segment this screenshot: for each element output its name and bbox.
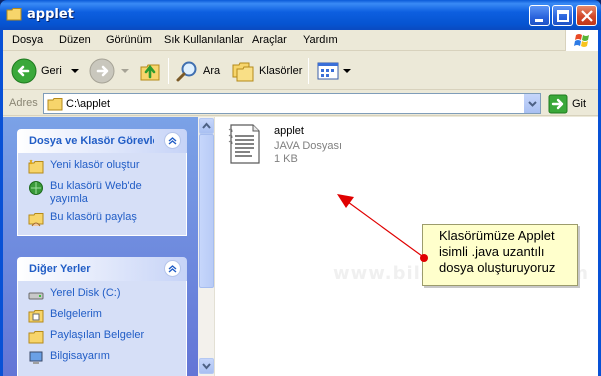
- place-label: Bilgisayarım: [50, 350, 110, 362]
- folder-icon: [47, 98, 63, 111]
- toolbar: Geri Ara Klasörler: [3, 52, 598, 90]
- my-computer-icon: [29, 351, 43, 364]
- my-documents-icon: [28, 310, 44, 323]
- maximize-icon: [557, 10, 569, 22]
- back-arrow-icon: [11, 58, 37, 84]
- other-places-header[interactable]: Diğer Yerler: [17, 257, 187, 281]
- toolbar-separator: [308, 58, 309, 84]
- file-type: JAVA Dosyası: [274, 140, 343, 152]
- scroll-up-button[interactable]: [199, 118, 214, 134]
- menu-file[interactable]: Dosya: [12, 34, 43, 46]
- address-input[interactable]: C:\applet: [43, 93, 541, 114]
- address-label: Adres: [9, 97, 38, 109]
- chevron-up-icon: [202, 122, 211, 129]
- views-icon: [317, 62, 339, 80]
- place-label: Paylaşılan Belgeler: [50, 329, 145, 341]
- file-item[interactable]: applet JAVA Dosyası 1 KB: [228, 122, 428, 172]
- menu-edit[interactable]: Düzen: [59, 34, 91, 46]
- maximize-button[interactable]: [552, 5, 573, 26]
- minimize-button[interactable]: [529, 5, 550, 26]
- task-new-folder[interactable]: Yeni klasör oluştur: [28, 159, 178, 175]
- chevron-down-icon: [528, 101, 537, 107]
- menu-bar: Dosya Düzen Görünüm Sık Kullanılanlar Ar…: [3, 30, 598, 51]
- toolbar-separator: [168, 58, 169, 84]
- folders-icon: [232, 62, 254, 82]
- file-tasks-title: Dosya ve Klasör Görevleri: [29, 135, 154, 147]
- place-my-computer[interactable]: Bilgisayarım: [28, 350, 178, 366]
- place-label: Yerel Disk (C:): [50, 287, 121, 299]
- address-dropdown-button[interactable]: [523, 94, 540, 113]
- folder-icon: [6, 8, 22, 21]
- window-title: applet: [27, 7, 74, 22]
- minimize-icon: [535, 19, 543, 22]
- scroll-thumb[interactable]: [199, 134, 214, 288]
- views-button[interactable]: [316, 57, 352, 85]
- go-arrow-icon: [548, 94, 568, 114]
- file-tasks-body: Yeni klasör oluştur Bu klasörü Web'de ya…: [17, 153, 187, 236]
- other-places-body: Yerel Disk (C:) Belgelerim Paylaşılan Be…: [17, 281, 187, 376]
- shared-documents-icon: [28, 331, 44, 344]
- share-folder-icon: [28, 213, 44, 227]
- file-name: applet: [274, 125, 304, 137]
- forward-arrow-icon: [89, 58, 115, 84]
- back-button[interactable]: Geri: [11, 57, 82, 85]
- back-dropdown-icon[interactable]: [68, 66, 82, 76]
- place-my-documents[interactable]: Belgelerim: [28, 308, 178, 324]
- title-bar[interactable]: applet: [0, 0, 601, 30]
- up-folder-button[interactable]: [139, 57, 163, 85]
- explorer-window: Dosya Düzen Görünüm Sık Kullanılanlar Ar…: [0, 30, 601, 376]
- file-tasks-header[interactable]: Dosya ve Klasör Görevleri: [17, 129, 187, 153]
- menu-tools[interactable]: Araçlar: [252, 34, 287, 46]
- annotation-callout: Klasörümüze Applet isimli .java uzantılı…: [420, 224, 578, 286]
- file-size: 1 KB: [274, 153, 298, 165]
- address-path: C:\applet: [66, 98, 111, 110]
- file-tasks-panel: Dosya ve Klasör Görevleri Yeni klasör ol…: [17, 129, 187, 236]
- windows-logo-icon: [565, 30, 598, 51]
- folders-label: Klasörler: [259, 65, 303, 77]
- search-label: Ara: [203, 65, 221, 77]
- menu-help[interactable]: Yardım: [303, 34, 338, 46]
- chevron-down-icon: [202, 363, 211, 370]
- java-file-icon: [228, 124, 260, 164]
- vertical-scrollbar[interactable]: [198, 117, 215, 376]
- task-label: Yeni klasör oluştur: [50, 159, 140, 171]
- callout-dot-icon: [420, 254, 428, 262]
- back-label: Geri: [41, 65, 62, 77]
- search-button[interactable]: Ara: [175, 57, 220, 85]
- collapse-chevron-icon[interactable]: [164, 132, 181, 149]
- forward-dropdown-icon[interactable]: [119, 66, 131, 76]
- place-label: Belgelerim: [50, 308, 102, 320]
- menu-view[interactable]: Görünüm: [106, 34, 152, 46]
- callout-text: Klasörümüze Applet isimli .java uzantılı…: [439, 228, 556, 275]
- task-publish-web[interactable]: Bu klasörü Web'de yayımla: [28, 180, 178, 206]
- close-icon: [581, 10, 593, 22]
- address-bar: Adres C:\applet Git: [3, 91, 598, 116]
- place-shared-documents[interactable]: Paylaşılan Belgeler: [28, 329, 178, 345]
- other-places-panel: Diğer Yerler Yerel Disk (C:) Belgelerim …: [17, 257, 187, 376]
- collapse-chevron-icon[interactable]: [164, 260, 181, 277]
- task-share-folder[interactable]: Bu klasörü paylaş: [28, 211, 178, 227]
- place-local-disk[interactable]: Yerel Disk (C:): [28, 287, 178, 303]
- search-icon: [176, 61, 197, 82]
- new-folder-icon: [28, 159, 44, 174]
- task-label: Bu klasörü paylaş: [50, 211, 137, 223]
- menu-favorites[interactable]: Sık Kullanılanlar: [164, 34, 244, 46]
- forward-button[interactable]: [89, 57, 131, 85]
- other-places-title: Diğer Yerler: [29, 263, 91, 275]
- task-pane: Dosya ve Klasör Görevleri Yeni klasör ol…: [3, 117, 198, 376]
- drive-icon: [28, 292, 44, 300]
- scroll-down-button[interactable]: [199, 358, 214, 374]
- go-label: Git: [572, 98, 587, 110]
- task-label: Bu klasörü Web'de yayımla: [50, 180, 142, 205]
- views-dropdown-icon[interactable]: [342, 66, 352, 76]
- go-button[interactable]: Git: [548, 94, 586, 114]
- up-folder-icon: [140, 64, 160, 81]
- folders-button[interactable]: Klasörler: [231, 57, 302, 85]
- publish-web-icon: [29, 181, 43, 195]
- close-button[interactable]: [576, 5, 597, 26]
- file-view[interactable]: applet JAVA Dosyası 1 KB www.bilgisayard…: [198, 117, 598, 376]
